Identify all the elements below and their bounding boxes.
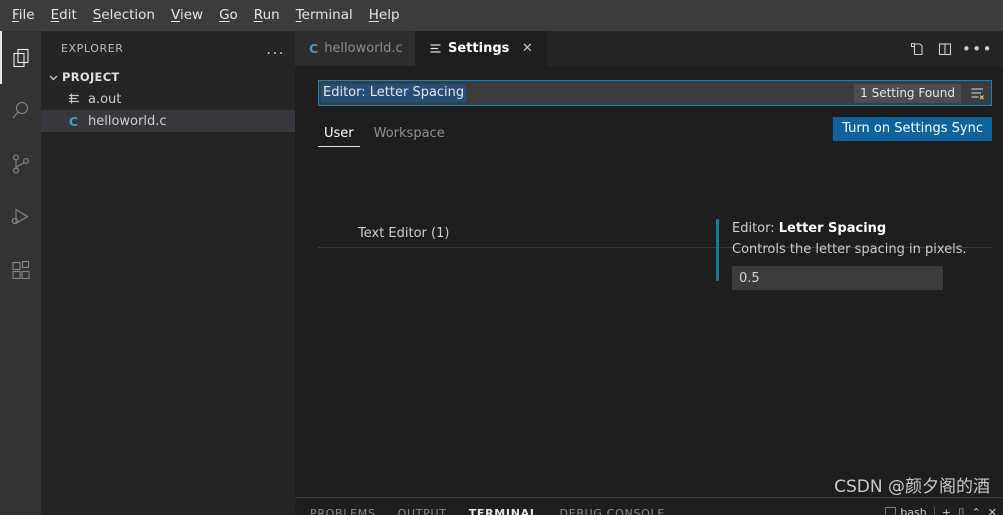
settings-icon (429, 42, 442, 55)
sidebar-title: EXPLORER (61, 42, 124, 55)
setting-category: Editor: (732, 221, 779, 236)
branch-icon (9, 152, 33, 176)
vscode-window: File Edit Selection View Go Run Terminal… (0, 0, 1003, 515)
settings-scope-tabs: User Workspace Turn on Settings Sync (318, 117, 1003, 147)
filter-clear-icon[interactable] (966, 82, 988, 104)
menu-item-file[interactable]: File (4, 4, 43, 27)
activity-item-source-control[interactable] (0, 137, 41, 190)
search-controls: 1 Setting Found (854, 81, 991, 105)
chevron-down-icon (45, 69, 61, 85)
settings-content: Text Editor (1) Editor: Letter Spacing C… (295, 217, 1003, 515)
c-lang-icon: C (309, 41, 319, 56)
new-terminal-icon[interactable]: + (942, 507, 951, 515)
menu-item-help[interactable]: Help (361, 4, 408, 27)
tab-helloworld-c[interactable]: C helloworld.c (295, 31, 415, 66)
tree-section-label: PROJECT (62, 70, 120, 84)
run-debug-icon (9, 205, 33, 229)
setting-value: 0.5 (739, 270, 760, 286)
new-file-icon[interactable] (906, 38, 928, 60)
close-panel-icon[interactable]: ✕ (988, 507, 997, 515)
tab-user[interactable]: User (318, 126, 360, 147)
setting-row-editor-letter-spacing: Editor: Letter Spacing Controls the lett… (716, 217, 1003, 290)
explorer-sidebar: EXPLORER ... PROJECT a.out C helloworld.… (41, 31, 295, 515)
tree-row-a-out[interactable]: a.out (41, 88, 295, 110)
toc-entry-text-editor[interactable]: Text Editor (1) (358, 224, 500, 243)
extensions-icon (9, 258, 33, 282)
search-input-value: Editor: Letter Spacing (321, 84, 467, 102)
tab-label: Settings (448, 41, 510, 56)
settings-editor: Editor: Letter Spacing 1 Setting Found U… (295, 80, 1003, 515)
ellipsis-icon[interactable]: ... (264, 41, 287, 56)
settings-search-wrap: Editor: Letter Spacing 1 Setting Found (318, 80, 992, 106)
menu-item-selection[interactable]: Selection (85, 4, 163, 27)
close-icon[interactable]: ✕ (519, 41, 535, 57)
sidebar-header: EXPLORER ... (41, 31, 295, 66)
tree-row-helloworld-c[interactable]: C helloworld.c (41, 110, 295, 132)
menu-item-run[interactable]: Run (246, 4, 288, 27)
activity-item-extensions[interactable] (0, 243, 41, 296)
tree-section-project[interactable]: PROJECT (41, 66, 295, 88)
turn-on-settings-sync-button[interactable]: Turn on Settings Sync (833, 117, 992, 141)
activity-bar (0, 31, 41, 515)
setting-description: Controls the letter spacing in pixels. (732, 242, 967, 257)
tree-row-label: a.out (88, 91, 122, 107)
setting-value-input[interactable]: 0.5 (732, 266, 943, 290)
panel-actions: bash + ⌷ ⌃ ✕ (885, 506, 997, 515)
results-badge: 1 Setting Found (854, 83, 961, 103)
menu-item-terminal[interactable]: Terminal (288, 4, 361, 27)
activity-item-search[interactable] (0, 84, 41, 137)
menu-item-view[interactable]: View (163, 4, 211, 27)
settings-table-of-contents: Text Editor (1) (295, 217, 500, 515)
terminal-name: bash (900, 506, 927, 515)
files-icon (9, 46, 33, 70)
menu-bar: File Edit Selection View Go Run Terminal… (0, 0, 1003, 31)
panel-tab-terminal[interactable]: TERMINAL (469, 507, 538, 515)
setting-title: Editor: Letter Spacing (732, 221, 1003, 236)
menu-item-go[interactable]: Go (211, 4, 246, 27)
search-icon (9, 99, 33, 123)
file-lines-icon (65, 91, 82, 107)
modified-setting-indicator (716, 219, 719, 281)
editor-actions: ••• (906, 31, 1003, 66)
panel-tab-problems[interactable]: PROBLEMS (310, 507, 376, 515)
editor-tab-bar: C helloworld.c Settings ✕ ••• (295, 31, 1003, 66)
split-terminal-icon[interactable]: ⌷ (958, 507, 965, 515)
editor-area: C helloworld.c Settings ✕ ••• Editor: Le… (295, 31, 1003, 515)
panel-tab-output[interactable]: OUTPUT (398, 507, 447, 515)
c-lang-icon: C (68, 113, 79, 129)
activity-item-run-debug[interactable] (0, 190, 41, 243)
activity-item-explorer[interactable] (0, 31, 41, 84)
settings-search-input[interactable]: Editor: Letter Spacing 1 Setting Found (318, 80, 992, 106)
tab-workspace[interactable]: Workspace (368, 126, 451, 147)
maximize-panel-icon[interactable]: ⌃ (972, 507, 981, 515)
tab-label: helloworld.c (324, 41, 403, 56)
ellipsis-icon[interactable]: ••• (962, 41, 993, 56)
terminal-selector[interactable]: bash (885, 506, 927, 515)
terminal-icon (885, 507, 897, 515)
settings-list: Editor: Letter Spacing Controls the lett… (500, 217, 1003, 515)
menu-item-edit[interactable]: Edit (43, 4, 85, 27)
panel-tab-debug-console[interactable]: DEBUG CONSOLE (560, 507, 665, 515)
tab-settings[interactable]: Settings ✕ (415, 31, 548, 66)
setting-name: Letter Spacing (778, 221, 887, 236)
bottom-panel: PROBLEMS OUTPUT TERMINAL DEBUG CONSOLE b… (295, 497, 1003, 515)
divider (933, 507, 935, 515)
tree-row-label: helloworld.c (88, 113, 167, 129)
split-editor-icon[interactable] (934, 38, 956, 60)
